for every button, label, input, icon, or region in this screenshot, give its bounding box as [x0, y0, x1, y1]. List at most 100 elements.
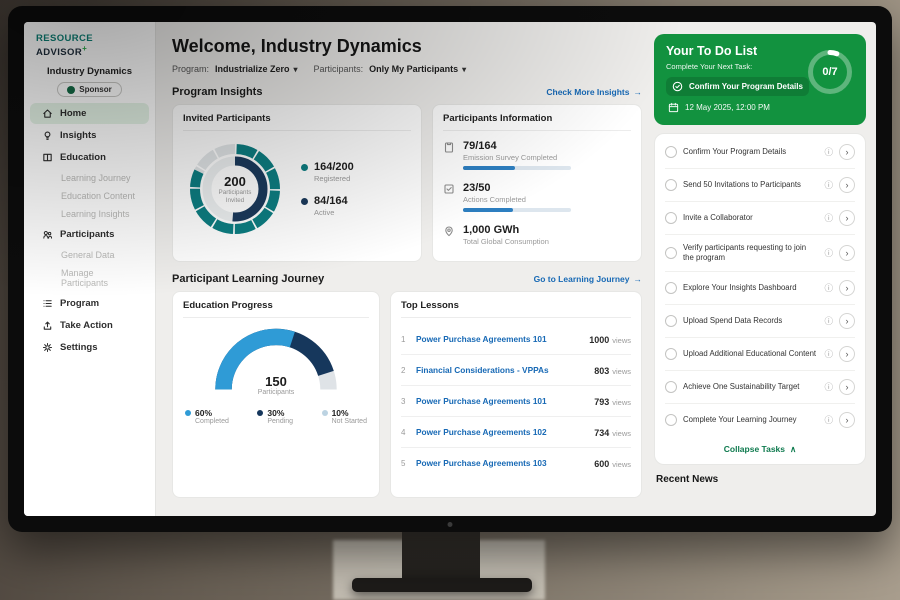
task-label: Achieve One Sustainability Target	[683, 382, 818, 392]
program-select[interactable]: Industrialize Zero ▾	[215, 64, 298, 74]
donut-center-label: Participants Invited	[213, 189, 257, 204]
task-checkbox[interactable]	[665, 212, 677, 224]
chevron-right-icon[interactable]: ›	[839, 245, 855, 261]
todo-panel: Your To Do List Complete Your Next Task:…	[654, 22, 876, 516]
info-icon: ⓘ	[824, 247, 833, 259]
power-led	[448, 522, 453, 527]
sidebar-item-general-data[interactable]: General Data	[30, 246, 149, 264]
sidebar-item-manage-participants[interactable]: Manage Participants	[30, 264, 149, 292]
info-icon: ⓘ	[824, 414, 833, 426]
logo-advisor: ADVISOR	[36, 47, 82, 58]
emission-progress-bar	[463, 166, 571, 170]
task-checkbox[interactable]	[665, 315, 677, 327]
sidebar-item-education-content[interactable]: Education Content	[30, 187, 149, 205]
filter-bar: Program: Industrialize Zero ▾ Participan…	[172, 64, 642, 74]
task-row[interactable]: Send 50 Invitations to Participants ⓘ ›	[665, 169, 855, 202]
views-count: 803	[594, 366, 609, 376]
chevron-right-icon[interactable]: ›	[839, 412, 855, 428]
nav-label: Education	[60, 152, 106, 163]
task-row[interactable]: Explore Your Insights Dashboard ⓘ ›	[665, 272, 855, 305]
sidebar-item-insights[interactable]: Insights	[30, 125, 149, 146]
education-progress-card: Education Progress 150 Participants	[172, 291, 380, 498]
participants-select[interactable]: Only My Participants ▾	[369, 64, 466, 74]
learning-journey-header: Participant Learning Journey Go to Learn…	[172, 273, 642, 285]
sponsor-badge[interactable]: Sponsor	[57, 82, 121, 97]
task-label: Upload Additional Educational Content	[683, 349, 818, 359]
sidebar: RESOURCE ADVISOR+ Industry Dynamics Spon…	[24, 22, 156, 516]
due-date-row: 12 May 2025, 12:00 PM	[666, 102, 854, 113]
registered-label: Registered	[314, 174, 354, 183]
task-row[interactable]: Verify participants requesting to join t…	[665, 235, 855, 272]
legend-pending: 30% Pending	[257, 408, 293, 425]
task-row[interactable]: Upload Additional Educational Content ⓘ …	[665, 338, 855, 371]
sidebar-item-participants[interactable]: Participants	[30, 224, 149, 245]
gear-icon	[42, 342, 53, 353]
lesson-link[interactable]: Power Purchase Agreements 102	[416, 427, 587, 437]
task-checkbox[interactable]	[665, 146, 677, 158]
card-title: Education Progress	[183, 300, 369, 318]
lesson-index: 3	[401, 397, 409, 406]
task-label: Verify participants requesting to join t…	[683, 243, 818, 263]
sidebar-item-settings[interactable]: Settings	[30, 337, 149, 358]
task-checkbox[interactable]	[665, 381, 677, 393]
task-checkbox[interactable]	[665, 414, 677, 426]
lesson-link[interactable]: Power Purchase Agreements 101	[416, 334, 582, 344]
sidebar-item-take-action[interactable]: Take Action	[30, 315, 149, 336]
nav-label: Settings	[60, 342, 97, 353]
lesson-views: 600views	[594, 454, 631, 472]
lesson-link[interactable]: Power Purchase Agreements 103	[416, 458, 587, 468]
views-count: 793	[594, 397, 609, 407]
chevron-right-icon[interactable]: ›	[839, 313, 855, 329]
sidebar-item-education[interactable]: Education	[30, 147, 149, 168]
info-icon: ⓘ	[824, 212, 833, 224]
active-value: 84/164	[314, 195, 348, 207]
task-checkbox[interactable]	[665, 348, 677, 360]
donut-legend: 164/200 Registered 84/164 Active	[301, 161, 354, 217]
task-row[interactable]: Achieve One Sustainability Target ⓘ ›	[665, 371, 855, 404]
lightbulb-icon	[42, 130, 53, 141]
lesson-index: 5	[401, 459, 409, 468]
task-row[interactable]: Confirm Your Program Details ⓘ ›	[665, 136, 855, 169]
collapse-tasks-button[interactable]: Collapse Tasks ∧	[665, 436, 855, 462]
participants-select-value: Only My Participants	[369, 64, 458, 74]
legend-label: Pending	[267, 418, 293, 425]
lesson-index: 4	[401, 428, 409, 437]
next-task-row[interactable]: Confirm Your Program Details	[666, 77, 809, 96]
info-icon: ⓘ	[824, 381, 833, 393]
info-icon: ⓘ	[824, 179, 833, 191]
task-row[interactable]: Complete Your Learning Journey ⓘ ›	[665, 404, 855, 436]
sidebar-item-learning-journey[interactable]: Learning Journey	[30, 169, 149, 187]
sidebar-nav: Home Insights Education Learning Journey…	[24, 103, 155, 358]
task-row[interactable]: Upload Spend Data Records ⓘ ›	[665, 305, 855, 338]
info-icon: ⓘ	[824, 282, 833, 294]
task-checkbox[interactable]	[665, 247, 677, 259]
task-checkbox[interactable]	[665, 282, 677, 294]
navy-dot-icon	[257, 410, 263, 416]
info-row-actions: 23/50 Actions Completed	[443, 182, 631, 212]
chevron-right-icon[interactable]: ›	[839, 379, 855, 395]
invited-participants-card: Invited Participants	[172, 104, 422, 262]
task-row[interactable]: Invite a Collaborator ⓘ ›	[665, 202, 855, 235]
check-more-insights-link[interactable]: Check More Insights →	[546, 87, 642, 97]
stat-value: 1,000 GWh	[463, 224, 549, 236]
task-label: Upload Spend Data Records	[683, 316, 818, 326]
sidebar-item-home[interactable]: Home	[30, 103, 149, 124]
go-to-learning-journey-link[interactable]: Go to Learning Journey →	[534, 274, 642, 284]
chevron-right-icon[interactable]: ›	[839, 210, 855, 226]
chevron-right-icon[interactable]: ›	[839, 280, 855, 296]
chevron-right-icon[interactable]: ›	[839, 177, 855, 193]
sidebar-item-program[interactable]: Program	[30, 293, 149, 314]
insights-cards-row: Invited Participants	[172, 104, 642, 262]
views-count: 1000	[589, 335, 609, 345]
chevron-right-icon[interactable]: ›	[839, 144, 855, 160]
task-label: Invite a Collaborator	[683, 213, 818, 223]
task-checkbox[interactable]	[665, 179, 677, 191]
checklist-icon	[443, 183, 455, 195]
nav-label: Insights	[60, 130, 96, 141]
lesson-link[interactable]: Power Purchase Agreements 101	[416, 396, 587, 406]
sidebar-item-learning-insights[interactable]: Learning Insights	[30, 205, 149, 223]
task-label: Send 50 Invitations to Participants	[683, 180, 818, 190]
lesson-link[interactable]: Financial Considerations - VPPAs	[416, 365, 587, 375]
chevron-right-icon[interactable]: ›	[839, 346, 855, 362]
info-row-emission: 79/164 Emission Survey Completed	[443, 140, 631, 170]
